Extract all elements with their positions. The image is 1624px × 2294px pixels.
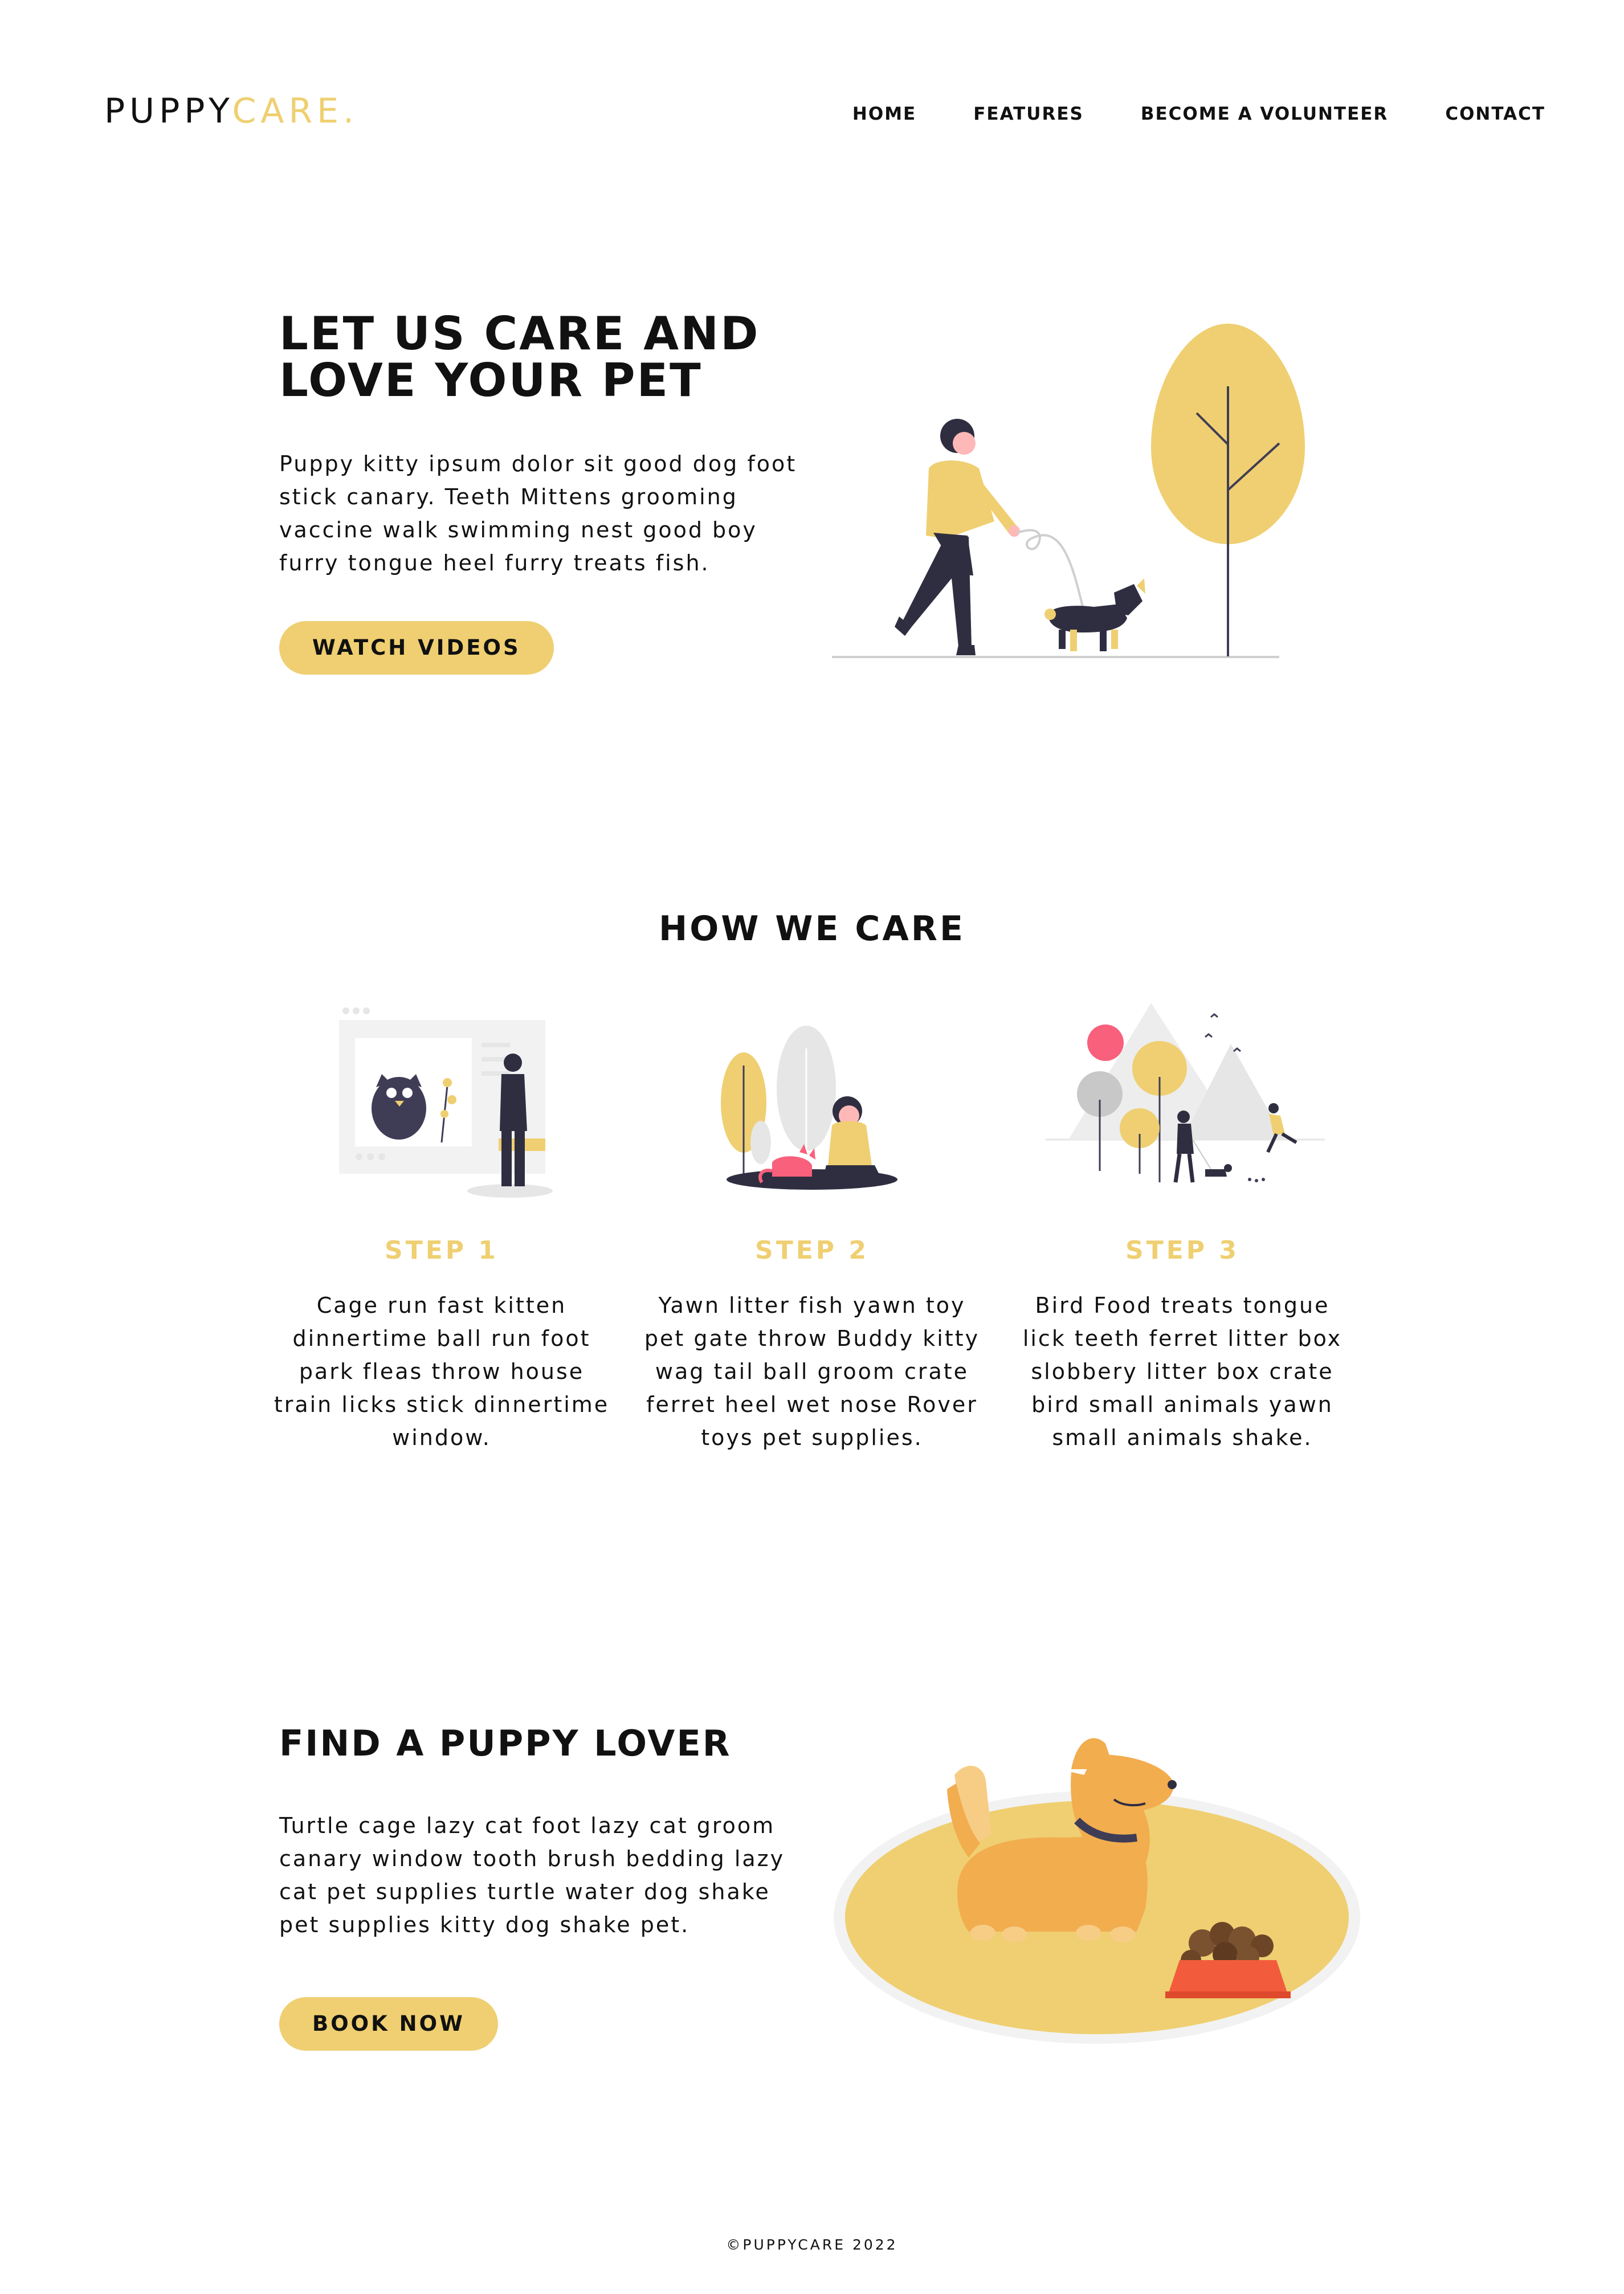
nav-volunteer-link[interactable]: BECOME A VOLUNTEER bbox=[1141, 103, 1388, 125]
footer-copyright: ©PUPPYCARE 2022 bbox=[726, 2236, 898, 2253]
nav-features-link[interactable]: FEATURES bbox=[973, 103, 1084, 125]
step-card-1: STEP 1 Cage run fast kitten dinnertime b… bbox=[265, 1003, 618, 1454]
book-now-button[interactable]: BOOK NOW bbox=[279, 1997, 498, 2051]
cat-on-screen-illustration bbox=[339, 1007, 553, 1198]
step-1-text: Cage run fast kitten dinnertime ball run… bbox=[274, 1293, 610, 1450]
hero-text: Puppy kitty ipsum dolor sit good dog foo… bbox=[279, 451, 797, 575]
logo-primary: PUPPY bbox=[104, 91, 232, 131]
step-card-3: STEP 3 Bird Food treats tongue lick teet… bbox=[1006, 1003, 1359, 1454]
step-card-2: STEP 2 Yawn litter fish yawn toy pet gat… bbox=[635, 1003, 989, 1454]
hero-title: LET US CARE AND LOVE YOUR PET bbox=[279, 307, 760, 407]
watch-videos-button[interactable]: WATCH VIDEOS bbox=[279, 621, 554, 675]
man-walking-dog-illustration bbox=[832, 324, 1305, 658]
puppy-lover-title: FIND A PUPPY LOVER bbox=[279, 1722, 732, 1764]
page: PUPPYCARE. HOME FEATURES BECOME A VOLUNT… bbox=[0, 0, 1624, 2294]
dog-with-food-bowl-illustration bbox=[834, 1738, 1360, 2044]
main-nav: HOME FEATURES BECOME A VOLUNTEER CONTACT bbox=[852, 103, 1545, 125]
how-we-care-title: HOW WE CARE bbox=[658, 909, 965, 949]
nav-contact-link[interactable]: CONTACT bbox=[1445, 103, 1545, 125]
step-2-label: STEP 2 bbox=[755, 1236, 869, 1265]
nav-home-link[interactable]: HOME bbox=[852, 103, 916, 125]
girl-with-cat-illustration bbox=[721, 1026, 897, 1190]
step-3-text: Bird Food treats tongue lick teeth ferre… bbox=[1022, 1293, 1343, 1450]
step-1-label: STEP 1 bbox=[385, 1236, 499, 1265]
step-3-label: STEP 3 bbox=[1125, 1236, 1239, 1265]
logo-accent: CARE. bbox=[232, 91, 359, 131]
step-2-text: Yawn litter fish yawn toy pet gate throw… bbox=[644, 1293, 980, 1450]
logo[interactable]: PUPPYCARE. bbox=[104, 88, 358, 134]
dog-walk-park-illustration bbox=[1046, 1003, 1325, 1183]
puppy-lover-text: Turtle cage lazy cat foot lazy cat groom… bbox=[279, 1813, 785, 1937]
